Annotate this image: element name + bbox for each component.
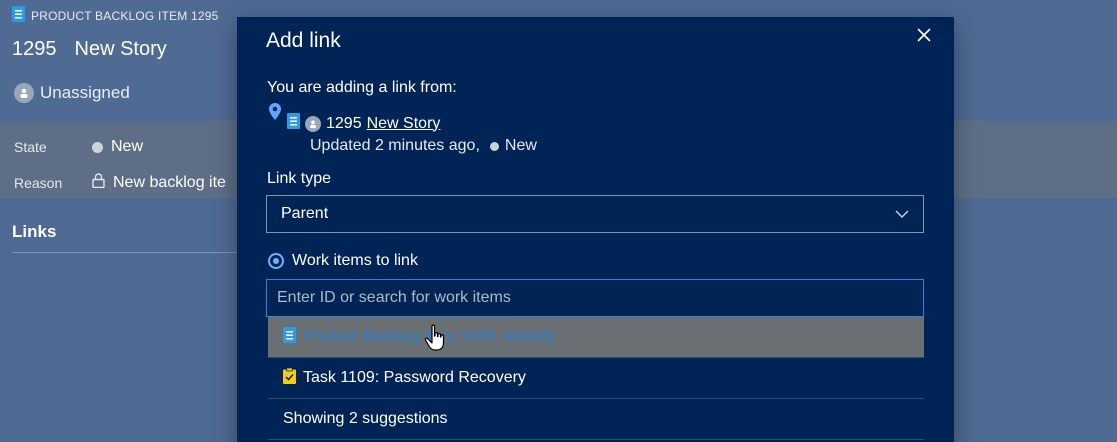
link-type-label: Link type	[267, 170, 332, 187]
backlog-item-icon	[287, 113, 300, 134]
state-dot-icon	[92, 141, 103, 153]
work-item-search-input[interactable]	[266, 279, 924, 317]
add-link-dialog: Add link You are adding a link from: 129…	[237, 17, 954, 442]
state-field[interactable]: State New	[14, 138, 143, 156]
hand-cursor-icon	[424, 324, 448, 357]
backlog-item-icon	[12, 6, 25, 25]
suggestions-count: Showing 2 suggestions	[268, 399, 924, 440]
location-pin-icon	[269, 103, 281, 126]
adding-from-label: You are adding a link from:	[267, 79, 457, 96]
link-type-dropdown[interactable]: Parent	[266, 195, 924, 233]
work-items-radio[interactable]: Work items to link	[268, 252, 418, 270]
state-dot-icon	[489, 141, 499, 151]
avatar-icon	[305, 115, 321, 132]
link-type-value: Parent	[281, 205, 329, 222]
reason-field[interactable]: Reason New backlog ite	[14, 173, 226, 193]
work-item-type: PRODUCT BACKLOG ITEM 1295	[12, 6, 219, 25]
assigned-to[interactable]: Unassigned	[14, 83, 130, 103]
close-button[interactable]	[912, 25, 936, 49]
work-items-label: Work items to link	[292, 252, 418, 269]
chevron-down-icon	[895, 205, 909, 223]
assigned-label: Unassigned	[40, 83, 130, 102]
work-item-type-label: PRODUCT BACKLOG ITEM 1295	[31, 8, 219, 23]
links-heading: Links	[12, 222, 57, 241]
source-item-link[interactable]: New Story	[367, 115, 441, 133]
source-item-id: 1295	[326, 114, 362, 132]
avatar-icon	[14, 83, 34, 103]
work-item-title-text[interactable]: New Story	[75, 38, 167, 61]
reason-label: Reason	[14, 175, 63, 191]
reason-value[interactable]: New backlog ite	[92, 173, 226, 193]
state-value[interactable]: New	[92, 138, 143, 156]
state-label: State	[14, 139, 47, 155]
suggestion-item[interactable]: Product Backlog Item 1093: Identity	[268, 317, 924, 358]
links-divider	[12, 252, 237, 253]
source-work-item: 1295 New Story	[269, 103, 440, 134]
source-item-meta: Updated 2 minutes ago, New	[310, 137, 537, 155]
suggestion-label: Task 1109: Password Recovery	[303, 369, 526, 386]
radio-selected-icon[interactable]	[268, 253, 284, 269]
dialog-title: Add link	[266, 29, 341, 52]
source-item-line: 1295 New Story	[287, 113, 440, 134]
close-icon	[916, 27, 932, 48]
suggestion-item[interactable]: Task 1109: Password Recovery	[268, 358, 924, 399]
work-item-title[interactable]: 1295 New Story	[12, 38, 167, 61]
task-icon	[283, 367, 296, 389]
backlog-item-icon	[283, 326, 296, 348]
lock-icon	[92, 173, 105, 193]
source-updated-text: Updated 2 minutes ago,	[310, 137, 480, 154]
suggestions-list: Product Backlog Item 1093: Identity Task…	[268, 317, 924, 440]
source-state: New	[504, 137, 537, 154]
work-item-id: 1295	[12, 38, 57, 60]
